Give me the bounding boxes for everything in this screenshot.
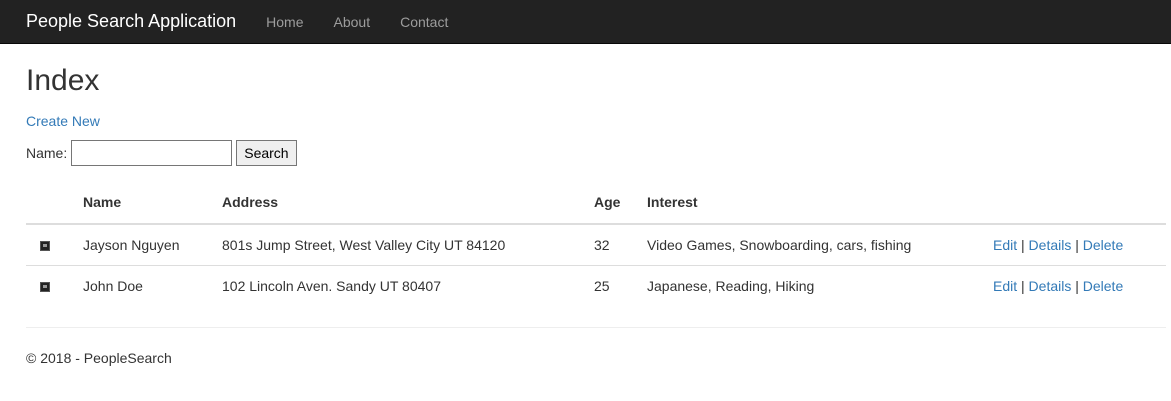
broken-image-icon — [40, 240, 50, 251]
person-interest: Video Games, Snowboarding, cars, fishing — [647, 236, 912, 253]
person-address: 102 Lincoln Aven. Sandy UT 80407 — [222, 264, 594, 306]
search-button[interactable]: Search — [236, 140, 297, 166]
table-row: John Doe 102 Lincoln Aven. Sandy UT 8040… — [26, 264, 1166, 306]
separator: | — [1075, 277, 1079, 294]
main-content: Index Create New Name: Search Name Addre… — [0, 64, 1171, 366]
header-actions — [993, 180, 1166, 225]
person-name: John Doe — [83, 264, 222, 306]
search-form: Name: Search — [26, 140, 1166, 166]
person-address: 801s Jump Street, West Valley City UT 84… — [222, 236, 506, 253]
separator: | — [1075, 236, 1079, 253]
delete-link[interactable]: Delete — [1083, 278, 1123, 294]
separator: | — [1021, 236, 1025, 253]
page-title: Index — [26, 64, 100, 97]
broken-image-icon — [40, 281, 50, 292]
header-image — [26, 180, 83, 225]
person-age: 32 — [594, 236, 610, 253]
edit-link[interactable]: Edit — [993, 237, 1017, 253]
nav-about-link[interactable]: About — [334, 14, 371, 30]
person-name: Jayson Nguyen — [83, 236, 180, 253]
name-search-input[interactable] — [71, 140, 233, 166]
person-interest: Japanese, Reading, Hiking — [647, 264, 993, 306]
nav-contact-link[interactable]: Contact — [400, 14, 448, 30]
header-name: Name — [83, 180, 222, 225]
table-header-row: Name Address Age Interest — [26, 180, 1166, 225]
row-actions: Edit | Details | Delete — [993, 224, 1166, 265]
brand-link[interactable]: People Search Application — [26, 11, 236, 32]
footer-text: © 2018 - PeopleSearch — [26, 350, 172, 366]
delete-link[interactable]: Delete — [1083, 237, 1123, 253]
person-age: 25 — [594, 264, 647, 306]
create-new-link[interactable]: Create New — [26, 113, 100, 129]
people-table: Name Address Age Interest Jayson Nguyen … — [26, 180, 1166, 306]
nav-home-link[interactable]: Home — [266, 14, 303, 30]
row-actions: Edit | Details | Delete — [993, 264, 1166, 306]
header-age: Age — [594, 180, 647, 225]
navbar: People Search Application Home About Con… — [0, 0, 1171, 44]
details-link[interactable]: Details — [1029, 278, 1072, 294]
footer-divider — [26, 327, 1166, 328]
photo-cell — [26, 264, 83, 306]
search-label: Name: — [26, 145, 68, 161]
edit-link[interactable]: Edit — [993, 278, 1017, 294]
header-address: Address — [222, 180, 594, 225]
table-row: Jayson Nguyen 801s Jump Street, West Val… — [26, 224, 1166, 265]
header-interest: Interest — [647, 180, 993, 225]
nav-menu: Home About Contact — [266, 14, 478, 30]
details-link[interactable]: Details — [1029, 237, 1072, 253]
photo-cell — [26, 224, 83, 265]
separator: | — [1021, 277, 1025, 294]
